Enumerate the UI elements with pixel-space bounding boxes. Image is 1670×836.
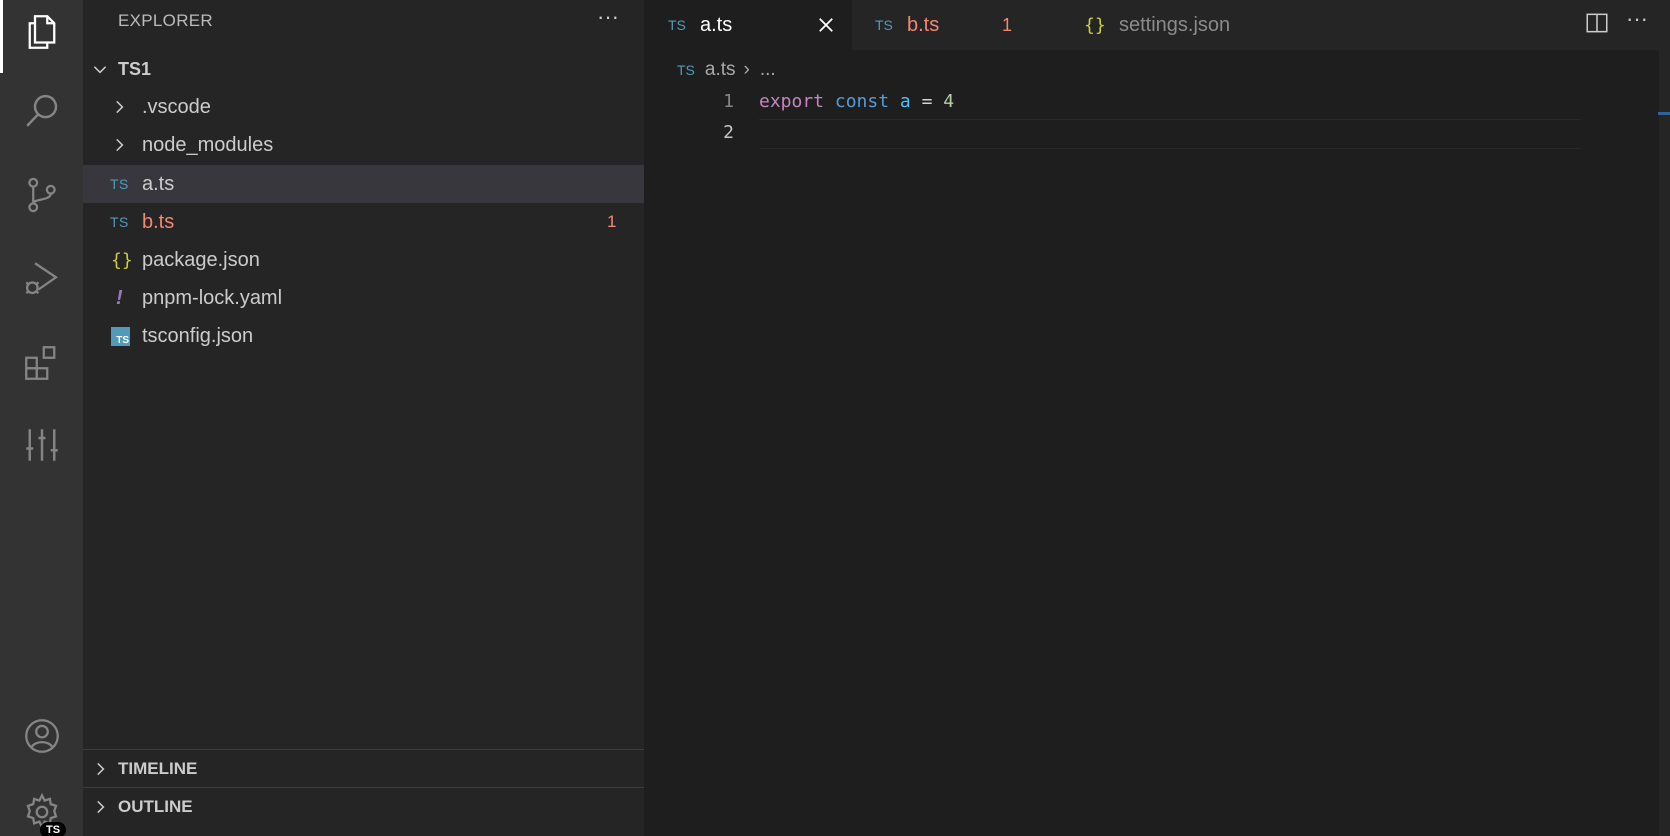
editor-more-actions-icon[interactable]: ··· xyxy=(1626,6,1648,32)
explorer-more-actions-button[interactable]: ··· xyxy=(593,6,623,34)
scrollbar-cursor-marker xyxy=(1658,112,1670,115)
code-number: 4 xyxy=(943,91,955,112)
tree-item-vscode[interactable]: .vscode xyxy=(83,88,644,126)
root-folder-label: TS1 xyxy=(118,58,152,79)
vertical-scrollbar[interactable] xyxy=(1659,50,1670,836)
tab-label: a.ts xyxy=(700,13,733,36)
breadcrumb: TS a.ts › ... xyxy=(677,56,776,84)
json-file-icon: {} xyxy=(1084,14,1106,36)
run-debug-icon[interactable] xyxy=(0,247,83,311)
explorer-sidebar: EXPLORER ··· TS1 .vscode node_modules TS… xyxy=(83,0,644,836)
breadcrumb-file[interactable]: a.ts xyxy=(705,59,736,81)
editor-tabs: TS a.ts TS b.ts 1 {} settings.json ··· xyxy=(644,0,1670,50)
extensions-icon[interactable] xyxy=(0,331,83,395)
split-editor-icon[interactable] xyxy=(1584,8,1610,38)
panel-label: TIMELINE xyxy=(118,758,198,778)
tree-item-label: b.ts xyxy=(142,210,175,233)
problem-count-badge: 1 xyxy=(607,212,617,231)
code-keyword: export xyxy=(759,91,825,112)
tree-item-label: node_modules xyxy=(142,133,274,156)
typescript-file-icon: TS xyxy=(875,17,893,33)
explorer-title: EXPLORER xyxy=(118,11,213,30)
activity-bar: TS xyxy=(0,0,83,836)
panel-label: OUTLINE xyxy=(118,796,193,816)
chevron-right-icon xyxy=(97,800,105,813)
editor-area: TS a.ts TS b.ts 1 {} settings.json ··· T… xyxy=(644,0,1670,836)
line-number: 1 xyxy=(723,91,734,112)
line-number: 2 xyxy=(723,122,734,143)
tree-item-label: pnpm-lock.yaml xyxy=(142,286,283,309)
tree-item-label: package.json xyxy=(142,248,260,271)
typescript-file-icon: TS xyxy=(677,62,695,78)
code-identifier: a xyxy=(899,91,911,112)
tree-item-label: tsconfig.json xyxy=(142,324,254,347)
close-icon[interactable] xyxy=(816,15,836,35)
json-file-icon: {} xyxy=(111,249,133,271)
tab-label: b.ts xyxy=(907,13,940,36)
tree-item-a-ts[interactable]: TS a.ts xyxy=(83,165,644,203)
settings-badge: TS xyxy=(40,822,66,836)
tree-item-label: .vscode xyxy=(142,95,211,118)
tab-settings-json[interactable]: {} settings.json xyxy=(1060,0,1296,50)
testing-icon[interactable] xyxy=(0,413,83,477)
tab-label: settings.json xyxy=(1119,13,1231,36)
tree-root-ts1[interactable]: TS1 xyxy=(83,50,644,88)
tree-item-package-json[interactable]: {} package.json xyxy=(83,241,644,279)
tree-item-pnpm-lock[interactable]: ! pnpm-lock.yaml xyxy=(83,279,644,317)
chevron-right-icon xyxy=(116,138,124,152)
tree-item-b-ts[interactable]: TS b.ts 1 xyxy=(83,203,644,241)
code-line-1[interactable]: export const a = 4 xyxy=(759,91,954,112)
yaml-file-icon: ! xyxy=(116,286,123,309)
account-icon[interactable] xyxy=(0,704,83,768)
explorer-header: EXPLORER ··· xyxy=(83,0,644,42)
tree-item-label: a.ts xyxy=(142,172,175,195)
typescript-file-icon: TS xyxy=(668,17,686,33)
breadcrumb-more[interactable]: ... xyxy=(760,59,776,81)
chevron-right-icon xyxy=(116,100,124,114)
code-operator: = xyxy=(921,91,933,112)
tab-a-ts[interactable]: TS a.ts xyxy=(644,0,852,50)
problem-count-badge: 1 xyxy=(1002,14,1013,35)
code-line-2[interactable] xyxy=(759,122,1579,148)
chevron-right-icon xyxy=(97,762,105,775)
chevron-right-icon: › xyxy=(743,59,750,80)
typescript-file-icon: TS xyxy=(110,176,129,192)
tsconfig-file-icon: TS xyxy=(111,326,130,346)
search-icon[interactable] xyxy=(0,79,83,143)
chevron-down-icon xyxy=(93,66,107,74)
outline-panel-header[interactable]: OUTLINE xyxy=(83,787,644,825)
tab-b-ts[interactable]: TS b.ts 1 xyxy=(852,0,1060,50)
source-control-icon[interactable] xyxy=(0,163,83,227)
explorer-icon[interactable] xyxy=(0,0,83,64)
tree-item-tsconfig[interactable]: TS tsconfig.json xyxy=(83,317,644,355)
timeline-panel-header[interactable]: TIMELINE xyxy=(83,749,644,787)
tree-item-node-modules[interactable]: node_modules xyxy=(83,126,644,164)
code-keyword: const xyxy=(834,91,890,112)
typescript-file-icon: TS xyxy=(110,214,129,230)
vscode-window: TS EXPLORER ··· TS1 .vscode node_modules… xyxy=(0,0,1670,836)
